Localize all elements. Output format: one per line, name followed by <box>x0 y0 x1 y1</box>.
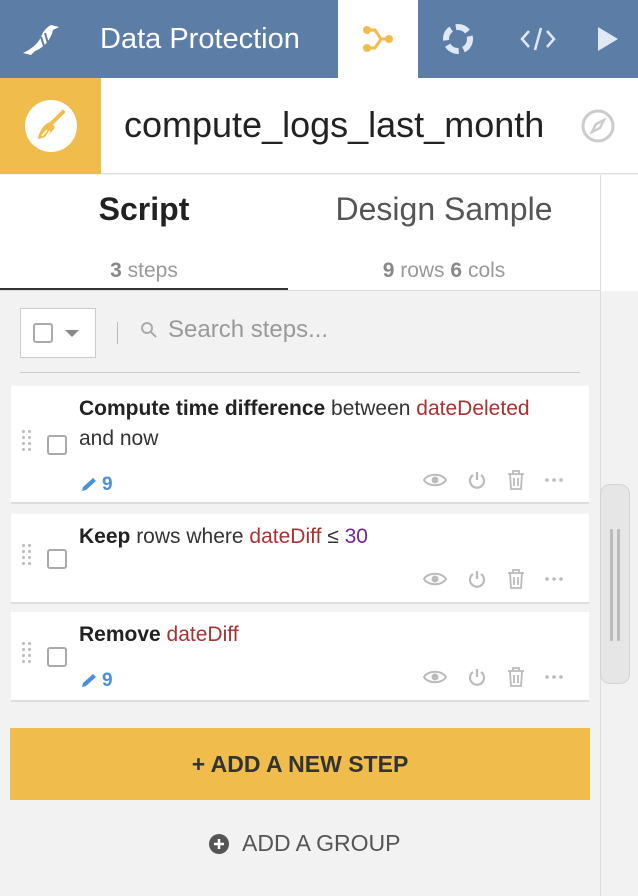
step-text: and now <box>79 427 159 450</box>
more-icon[interactable] <box>545 674 563 680</box>
broom-icon <box>37 110 65 139</box>
add-group-label: ADD A GROUP <box>242 830 401 856</box>
more-icon[interactable] <box>545 576 563 582</box>
tab-script[interactable]: Script 3 steps <box>0 175 288 291</box>
tabs-right-spacer <box>600 175 638 291</box>
trash-icon[interactable] <box>507 667 525 687</box>
tab-code[interactable] <box>498 0 578 78</box>
search-icon <box>141 322 157 338</box>
step-description: Keep rows where dateDiff ≤ 30 <box>79 522 565 552</box>
lifebuoy-icon <box>443 24 473 54</box>
more-icon[interactable] <box>545 477 563 483</box>
step-column-name: dateDiff <box>166 623 239 646</box>
power-icon[interactable] <box>467 569 487 589</box>
recipe-header: compute_logs_last_month <box>0 78 638 174</box>
step-comment-count: 9 <box>102 474 113 495</box>
rows-count: 9 <box>382 259 395 282</box>
tab-run[interactable] <box>578 0 638 78</box>
bird-logo-icon <box>23 25 59 55</box>
cols-unit: cols <box>467 259 506 282</box>
sample-size: 9 rows 6 cols <box>288 259 600 283</box>
search-input[interactable] <box>168 316 588 344</box>
step-column-name: dateDeleted <box>416 397 530 420</box>
navigator-button[interactable] <box>580 108 616 149</box>
step-description: Remove dateDiff <box>79 620 565 650</box>
eye-icon[interactable] <box>423 471 447 489</box>
recipe-name[interactable]: compute_logs_last_month <box>124 104 544 146</box>
step-actions <box>423 470 563 490</box>
step-comment-count: 9 <box>102 670 113 691</box>
power-icon[interactable] <box>467 470 487 490</box>
steps-count-unit: steps <box>127 259 178 282</box>
step-operator: ≤ <box>321 525 345 548</box>
step-description: Compute time difference between dateDele… <box>79 394 565 454</box>
step-comment-badge[interactable]: 9 <box>79 474 113 496</box>
tab-flow[interactable] <box>338 0 418 78</box>
add-new-step-button[interactable]: + ADD A NEW STEP <box>10 728 590 800</box>
divider <box>117 322 118 344</box>
eye-icon[interactable] <box>423 570 447 588</box>
step-checkbox[interactable] <box>47 549 67 569</box>
step-column-name: dateDiff <box>249 525 322 548</box>
step-text: rows where <box>130 525 250 548</box>
flow-icon <box>363 26 393 52</box>
code-icon <box>520 27 556 51</box>
chevron-down-icon[interactable] <box>65 329 79 337</box>
step-checkbox[interactable] <box>47 647 67 667</box>
divider <box>20 372 580 373</box>
cols-count: 6 <box>450 259 463 282</box>
search-steps <box>140 316 588 344</box>
plus-circle-icon <box>209 833 229 854</box>
add-group-button[interactable]: ADD A GROUP <box>208 830 400 857</box>
eye-icon[interactable] <box>423 668 447 686</box>
select-all-dropdown[interactable] <box>20 308 96 358</box>
step-actions <box>423 569 563 589</box>
step-checkbox[interactable] <box>47 435 67 455</box>
step-processor-name: Remove <box>79 623 161 646</box>
recipe-type-badge <box>0 78 101 174</box>
drag-handle-icon[interactable] <box>22 430 32 451</box>
rows-unit: rows <box>400 259 445 282</box>
drag-handle-icon[interactable] <box>22 544 32 565</box>
step-processor-name: Compute time difference <box>79 397 326 420</box>
step-processor-name: Keep <box>79 525 131 548</box>
tab-analysis[interactable] <box>418 0 498 78</box>
project-name[interactable]: Data Protection <box>82 0 338 78</box>
play-icon <box>598 27 618 51</box>
tab-design-sample[interactable]: Design Sample 9 rows 6 cols <box>288 175 600 291</box>
step-card[interactable]: Compute time difference between dateDele… <box>11 386 589 504</box>
step-text: between <box>325 397 417 420</box>
steps-count-value: 3 <box>110 259 122 282</box>
steps-count: 3 steps <box>0 259 288 283</box>
step-card[interactable]: Remove dateDiff 9 <box>11 612 589 702</box>
step-value: 30 <box>344 525 368 548</box>
recipe-tabs: Script 3 steps Design Sample 9 rows 6 co… <box>0 175 600 291</box>
pencil-icon <box>82 478 96 491</box>
tab-script-label: Script <box>98 191 190 227</box>
drag-handle-icon[interactable] <box>22 642 32 663</box>
top-navbar: Data Protection <box>0 0 638 78</box>
step-actions <box>423 667 563 687</box>
tab-design-sample-label: Design Sample <box>335 191 553 227</box>
select-all-checkbox[interactable] <box>33 323 53 343</box>
step-card[interactable]: Keep rows where dateDiff ≤ 30 <box>11 514 589 604</box>
power-icon[interactable] <box>467 667 487 687</box>
trash-icon[interactable] <box>507 569 525 589</box>
compass-icon <box>581 109 615 143</box>
panel-resize-handle[interactable] <box>600 484 630 684</box>
app-logo[interactable] <box>0 0 82 78</box>
step-comment-badge[interactable]: 9 <box>79 670 113 692</box>
trash-icon[interactable] <box>507 470 525 490</box>
pencil-icon <box>82 674 96 687</box>
